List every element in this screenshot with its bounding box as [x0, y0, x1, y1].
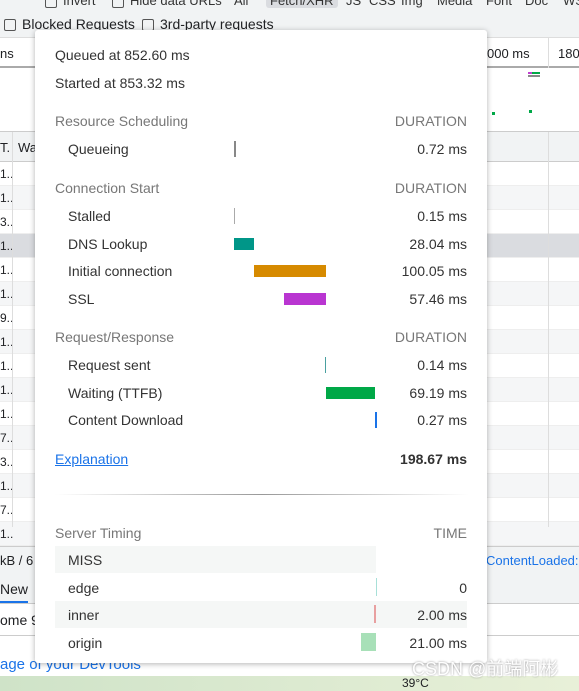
divider [55, 494, 469, 495]
section-col: DURATION [394, 113, 467, 129]
server-timing-row [55, 601, 467, 628]
server-timing-label: edge [68, 579, 100, 596]
queued-at: Queued at 852.60 ms [55, 47, 190, 63]
overview-mark [532, 72, 540, 74]
timing-bar [375, 412, 377, 428]
section-title: Request/Response [55, 329, 175, 345]
started-at: Started at 853.32 ms [55, 75, 185, 91]
overview-mark [529, 110, 532, 113]
filter-all[interactable]: All [234, 0, 248, 8]
explanation-link[interactable]: Explanation [55, 451, 128, 467]
filter-ws[interactable]: WS [563, 0, 579, 8]
invert-checkbox[interactable]: Invert [45, 0, 96, 8]
server-timing-label: inner [68, 607, 100, 623]
timing-bar [234, 237, 254, 250]
watermark: CSDN @前端阿彬 [412, 659, 559, 679]
server-timing-label: origin [68, 634, 103, 651]
timing-bar [234, 208, 235, 224]
server-timing-row [55, 629, 467, 656]
row-type: 1.. [0, 527, 14, 541]
section-title: Resource Scheduling [55, 113, 189, 129]
timing-value: 0.14 ms [417, 357, 467, 373]
timing-label: Initial connection [68, 263, 173, 279]
timing-label: Waiting (TTFB) [68, 384, 163, 401]
total-duration: 198.67 ms [400, 451, 467, 467]
timing-value: 0.27 ms [417, 412, 467, 428]
drawer-text: ome 9 [0, 612, 39, 628]
server-timing-row [55, 574, 467, 601]
dom-content-loaded: ContentLoaded: [486, 553, 579, 568]
server-timing-value: 21.00 ms [409, 634, 467, 651]
filter-font[interactable]: Font [486, 0, 512, 8]
server-timing-title: Server Timing [55, 525, 142, 541]
server-timing-label: MISS [68, 552, 103, 568]
timing-value: 0.72 ms [417, 141, 467, 157]
server-timing-value: 2.00 ms [417, 607, 467, 623]
ruler-divider [548, 38, 549, 68]
ruler-tick: ns [0, 46, 14, 61]
filter-media[interactable]: Media [437, 0, 472, 8]
timing-value: 69.19 ms [409, 384, 467, 401]
timing-bar [254, 265, 326, 277]
ruler-tick: 000 ms [487, 46, 530, 61]
section-col: DURATION [394, 329, 467, 345]
server-timing-bar [376, 577, 377, 596]
timing-bar [234, 141, 236, 157]
filter-doc[interactable]: Doc [525, 0, 548, 8]
type-filter-bar: Invert Hide data URLs All Fetch/XHR JS C… [0, 0, 579, 12]
column-divider [548, 132, 549, 527]
overview-mark [528, 75, 540, 77]
timing-value: 0.15 ms [417, 208, 467, 224]
column-divider [12, 132, 13, 527]
timing-label: Queueing [68, 141, 129, 157]
timing-value: 57.46 ms [409, 290, 467, 307]
server-timing-row [55, 546, 376, 573]
transferred-size: kB / 6 [0, 553, 34, 568]
section-title: Connection Start [55, 180, 160, 196]
timing-label: DNS Lookup [68, 235, 148, 252]
section-col: DURATION [394, 180, 467, 196]
filter-js[interactable]: JS [346, 0, 361, 8]
timing-value: 100.05 ms [401, 263, 467, 279]
timing-value: 28.04 ms [409, 235, 467, 252]
timing-label: Stalled [68, 208, 111, 224]
drawer-tab-whats-new[interactable]: New [0, 581, 29, 603]
timing-bar [284, 292, 326, 305]
overview-mark [492, 112, 495, 115]
timing-popup: Queued at 852.60 ms Started at 853.32 ms… [35, 30, 487, 663]
timing-label: Content Download [68, 412, 184, 428]
filter-img[interactable]: Img [401, 0, 423, 8]
filter-css[interactable]: CSS [369, 0, 396, 8]
timing-bar [326, 386, 375, 399]
server-timing-bar [374, 605, 376, 623]
column-type[interactable]: T. [0, 140, 10, 155]
server-timing-bar [361, 632, 376, 651]
timing-bar [325, 357, 326, 373]
timing-label: Request sent [68, 357, 151, 373]
filter-fetch-xhr[interactable]: Fetch/XHR [266, 0, 338, 8]
server-timing-value: 0 [459, 579, 467, 596]
ruler-tick: 180 [558, 46, 579, 61]
hide-data-urls-checkbox[interactable]: Hide data URLs [112, 0, 222, 8]
timing-label: SSL [68, 290, 95, 307]
server-timing-col: TIME [433, 525, 467, 541]
